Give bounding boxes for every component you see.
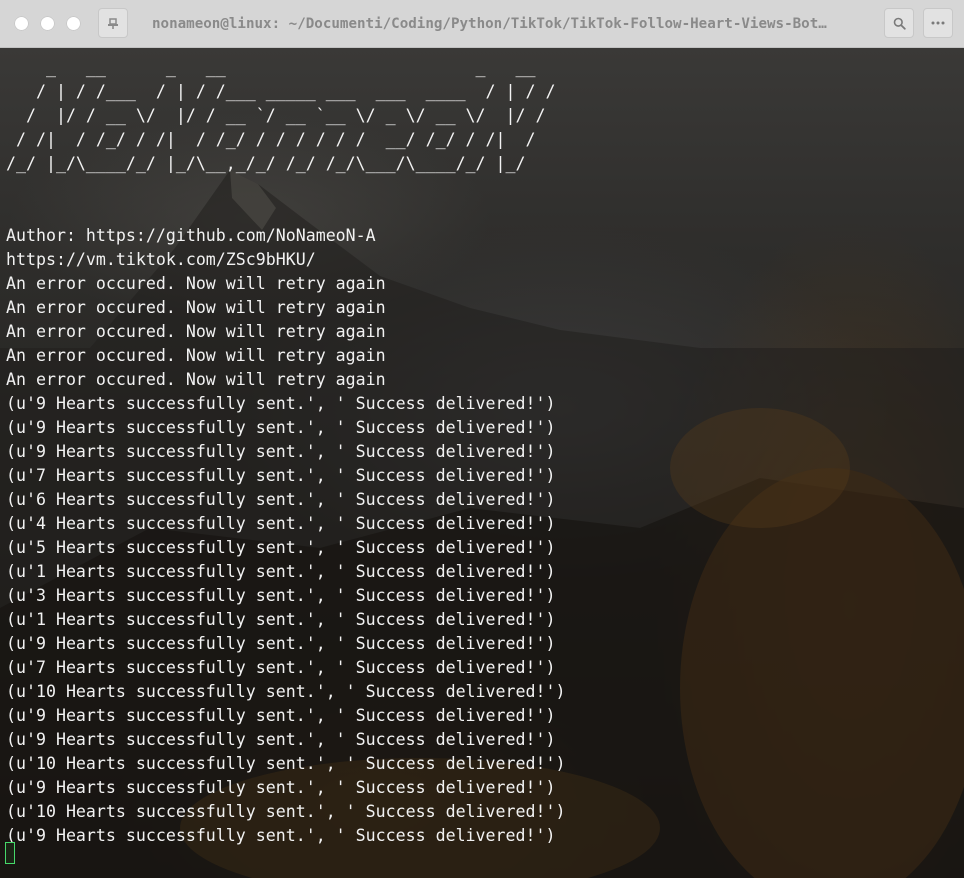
success-line: (u'9 Hearts successfully sent.', ' Succe…	[6, 778, 556, 797]
author-line: Author: https://github.com/NoNameoN-A	[6, 226, 376, 245]
success-line: (u'10 Hearts successfully sent.', ' Succ…	[6, 682, 566, 701]
ascii-banner-line: /_/ |_/\____/_/ |_/\__,_/_/ /_/ /_/\___/…	[6, 154, 526, 173]
menu-dots-icon	[931, 21, 945, 25]
success-line: (u'9 Hearts successfully sent.', ' Succe…	[6, 706, 556, 725]
success-line: (u'6 Hearts successfully sent.', ' Succe…	[6, 490, 556, 509]
success-line: (u'3 Hearts successfully sent.', ' Succe…	[6, 586, 556, 605]
success-line: (u'9 Hearts successfully sent.', ' Succe…	[6, 730, 556, 749]
success-line: (u'10 Hearts successfully sent.', ' Succ…	[6, 802, 566, 821]
ascii-banner-line: / /| / /_/ / /| / /_/ / / / / / / __/ /_…	[6, 130, 536, 149]
search-button[interactable]	[884, 8, 914, 38]
minimize-button[interactable]	[40, 16, 55, 31]
close-button[interactable]	[14, 16, 29, 31]
success-line: (u'7 Hearts successfully sent.', ' Succe…	[6, 658, 556, 677]
success-line: (u'5 Hearts successfully sent.', ' Succe…	[6, 538, 556, 557]
success-line: (u'1 Hearts successfully sent.', ' Succe…	[6, 562, 556, 581]
maximize-button[interactable]	[66, 16, 81, 31]
title-bar[interactable]: nonameon@linux: ~/Documenti/Coding/Pytho…	[0, 0, 964, 48]
error-line: An error occured. Now will retry again	[6, 346, 386, 365]
search-icon	[893, 17, 906, 30]
window-title: nonameon@linux: ~/Documenti/Coding/Pytho…	[152, 16, 827, 32]
success-line: (u'9 Hearts successfully sent.', ' Succe…	[6, 442, 556, 461]
success-line: (u'9 Hearts successfully sent.', ' Succe…	[6, 418, 556, 437]
success-line: (u'9 Hearts successfully sent.', ' Succe…	[6, 634, 556, 653]
url-line: https://vm.tiktok.com/ZSc9bHKU/	[6, 250, 316, 269]
error-line: An error occured. Now will retry again	[6, 298, 386, 317]
terminal-window: nonameon@linux: ~/Documenti/Coding/Pytho…	[0, 0, 964, 878]
terminal-output: _ __ _ __ _ __ / | / /___ / | / /___ ___…	[6, 56, 956, 848]
success-line: (u'7 Hearts successfully sent.', ' Succe…	[6, 466, 556, 485]
error-line: An error occured. Now will retry again	[6, 370, 386, 389]
ascii-banner-line: / |/ / __ \/ |/ / __ `/ __ `__ \/ _ \/ _…	[6, 106, 546, 125]
success-line: (u'4 Hearts successfully sent.', ' Succe…	[6, 514, 556, 533]
pin-button[interactable]	[98, 8, 128, 38]
success-line: (u'9 Hearts successfully sent.', ' Succe…	[6, 826, 556, 845]
terminal-cursor	[5, 842, 15, 864]
ascii-banner-line: / | / /___ / | / /___ _____ ___ ___ ____…	[6, 82, 556, 101]
success-line: (u'10 Hearts successfully sent.', ' Succ…	[6, 754, 566, 773]
success-line: (u'9 Hearts successfully sent.', ' Succe…	[6, 394, 556, 413]
error-line: An error occured. Now will retry again	[6, 274, 386, 293]
error-line: An error occured. Now will retry again	[6, 322, 386, 341]
menu-button[interactable]	[923, 8, 953, 38]
ascii-banner-line: _ __ _ __ _ __	[6, 58, 536, 77]
success-line: (u'1 Hearts successfully sent.', ' Succe…	[6, 610, 556, 629]
pin-icon	[107, 17, 119, 29]
terminal-area[interactable]: _ __ _ __ _ __ / | / /___ / | / /___ ___…	[0, 48, 964, 878]
